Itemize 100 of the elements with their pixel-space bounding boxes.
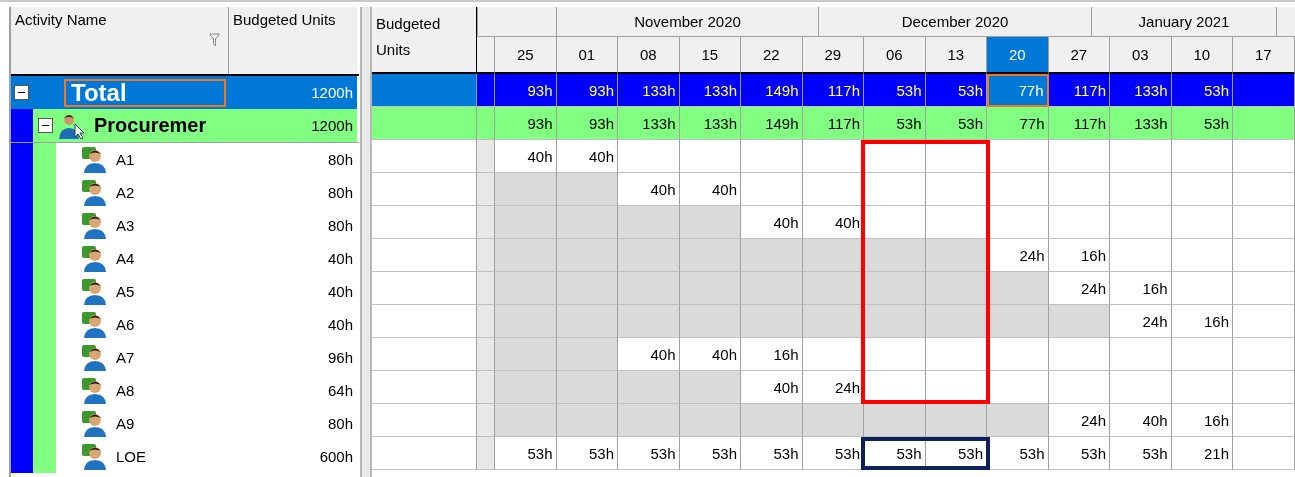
hours-cell[interactable] [1171,272,1233,305]
hours-cell[interactable]: 16h [1171,305,1233,338]
hours-cell[interactable] [987,173,1049,206]
hours-cell[interactable] [741,140,803,173]
hours-cell[interactable] [1233,140,1295,173]
hours-cell[interactable] [1048,305,1110,338]
hours-cell[interactable] [495,173,557,206]
hours-cell[interactable] [1110,140,1172,173]
hours-cell[interactable] [1233,206,1295,239]
hours-cell[interactable] [1233,338,1295,371]
hours-cell[interactable] [987,305,1049,338]
hours-cell[interactable]: 133h [1110,74,1172,107]
hours-cell[interactable] [1110,371,1172,404]
hours-cell[interactable]: 117h [1048,107,1110,140]
hours-cell[interactable] [987,272,1049,305]
hours-cell[interactable] [802,239,864,272]
hours-cell[interactable]: 24h [1048,404,1110,437]
week-header[interactable]: 01 [556,37,618,74]
hours-cell[interactable] [1233,305,1295,338]
hours-cell[interactable] [556,272,618,305]
hours-cell[interactable] [1171,206,1233,239]
hours-cell[interactable]: 133h [679,74,741,107]
hours-cell[interactable] [925,272,987,305]
hours-cell[interactable]: 77h [987,74,1049,107]
hours-cell[interactable] [987,404,1049,437]
hours-cell[interactable] [679,239,741,272]
hours-cell[interactable] [1110,239,1172,272]
hours-cell[interactable]: 53h [741,437,803,470]
hours-cell[interactable] [1171,239,1233,272]
hours-cell[interactable]: 93h [495,107,557,140]
week-header[interactable]: 20 [987,37,1049,74]
week-header[interactable]: 25 [495,37,557,74]
hours-cell[interactable]: 117h [802,74,864,107]
hours-cell[interactable] [556,239,618,272]
hours-cell[interactable] [1110,206,1172,239]
hours-cell[interactable] [864,272,926,305]
hours-cell[interactable] [741,173,803,206]
hours-cell[interactable] [864,173,926,206]
hours-cell[interactable] [1233,173,1295,206]
week-header[interactable]: 08 [618,37,680,74]
hours-cell[interactable]: 16h [1171,404,1233,437]
hours-cell[interactable] [679,272,741,305]
column-header[interactable]: Budgeted Units [229,7,357,74]
hours-cell[interactable] [679,140,741,173]
hours-cell[interactable]: 40h [1110,404,1172,437]
hours-cell[interactable]: 53h [925,437,987,470]
hours-cell[interactable] [618,206,680,239]
collapse-toggle[interactable] [38,118,53,133]
hours-cell[interactable] [1233,272,1295,305]
hours-cell[interactable]: 53h [1110,437,1172,470]
hours-cell[interactable]: 53h [802,437,864,470]
collapse-toggle[interactable] [14,85,29,100]
week-header[interactable]: 22 [741,37,803,74]
hours-cell[interactable]: 24h [1110,305,1172,338]
hours-cell[interactable] [864,404,926,437]
hours-cell[interactable]: 53h [618,437,680,470]
hours-cell[interactable] [802,272,864,305]
filter-icon[interactable] [209,33,220,47]
hours-cell[interactable] [864,305,926,338]
hours-cell[interactable] [556,338,618,371]
week-header[interactable]: 13 [925,37,987,74]
hours-cell[interactable]: 16h [1110,272,1172,305]
hours-cell[interactable] [1171,371,1233,404]
hours-cell[interactable] [495,305,557,338]
hours-cell[interactable] [556,173,618,206]
hours-cell[interactable] [741,305,803,338]
hours-cell[interactable] [1233,107,1295,140]
column-header[interactable]: Budgeted Units [372,7,477,74]
hours-cell[interactable]: 117h [802,107,864,140]
hours-cell[interactable] [987,338,1049,371]
hours-cell[interactable] [987,206,1049,239]
week-header[interactable]: 17 [1233,37,1295,74]
hours-cell[interactable] [925,404,987,437]
hours-cell[interactable]: 77h [987,107,1049,140]
hours-cell[interactable] [741,404,803,437]
hours-cell[interactable]: 133h [618,74,680,107]
hours-cell[interactable]: 133h [679,107,741,140]
hours-cell[interactable]: 16h [1048,239,1110,272]
hours-cell[interactable]: 93h [495,74,557,107]
hours-cell[interactable]: 53h [1171,74,1233,107]
hours-cell[interactable] [1233,371,1295,404]
hours-cell[interactable]: 93h [556,74,618,107]
hours-cell[interactable] [495,371,557,404]
hours-cell[interactable] [495,272,557,305]
week-header[interactable]: 10 [1171,37,1233,74]
hours-cell[interactable]: 133h [1110,107,1172,140]
hours-cell[interactable] [618,239,680,272]
hours-cell[interactable]: 149h [741,107,803,140]
hours-cell[interactable]: 53h [864,107,926,140]
hours-cell[interactable] [1233,74,1295,107]
column-header[interactable]: Activity Name [11,7,229,74]
hours-cell[interactable] [1048,173,1110,206]
hours-cell[interactable] [495,338,557,371]
hours-cell[interactable]: 53h [987,437,1049,470]
hours-cell[interactable]: 133h [618,107,680,140]
hours-cell[interactable]: 117h [1048,74,1110,107]
hours-cell[interactable]: 21h [1171,437,1233,470]
hours-cell[interactable] [925,305,987,338]
hours-cell[interactable] [1048,140,1110,173]
hours-cell[interactable] [679,404,741,437]
